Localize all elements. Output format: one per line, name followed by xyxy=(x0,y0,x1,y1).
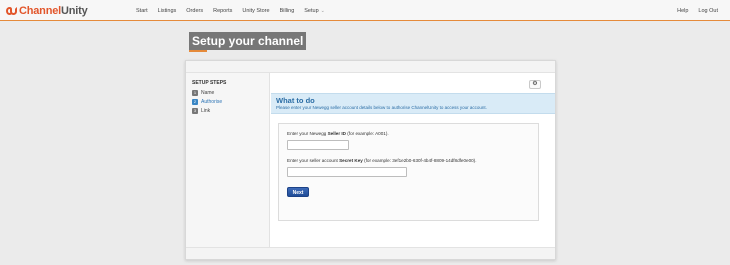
setup-card: SETUP STEPS 1 Name 2 Authorise 3 Link ⚙ … xyxy=(185,60,556,260)
top-nav-bar: ChannelUnity Start Listings Orders Repor… xyxy=(0,0,730,21)
seller-id-label-bold: Seller ID xyxy=(327,131,346,136)
seller-id-input[interactable] xyxy=(287,140,349,150)
nav-unity-store[interactable]: Unity Store xyxy=(242,8,269,14)
what-to-do-title: What to do xyxy=(276,96,315,105)
nav-help[interactable]: Help xyxy=(677,8,688,14)
account-nav: Help Log Out xyxy=(667,0,718,21)
logo-text-unity: Unity xyxy=(61,4,88,17)
gear-icon: ⚙ xyxy=(532,81,538,87)
card-bottom-strip xyxy=(186,247,555,259)
secret-key-input[interactable] xyxy=(287,167,407,177)
what-to-do-text: Please enter your Newegg seller account … xyxy=(276,105,487,110)
logo-mark-icon xyxy=(6,6,17,16)
step-label: Authorise xyxy=(201,99,223,105)
page-title: Setup your channel xyxy=(189,32,307,50)
nav-reports[interactable]: Reports xyxy=(213,8,232,14)
setup-steps-sidebar: SETUP STEPS 1 Name 2 Authorise 3 Link xyxy=(186,73,270,247)
logo-text-channel: Channel xyxy=(19,4,61,17)
channelunity-logo[interactable]: ChannelUnity xyxy=(6,4,88,17)
nav-billing[interactable]: Billing xyxy=(280,8,295,14)
nav-listings[interactable]: Listings xyxy=(158,8,177,14)
secret-key-label: Enter your seller account Secret Key (fo… xyxy=(287,158,477,163)
card-top-strip xyxy=(186,61,555,73)
next-button[interactable]: Next xyxy=(287,187,309,197)
authorise-form: Enter your Newegg Seller ID (for example… xyxy=(278,123,539,221)
nav-log-out[interactable]: Log Out xyxy=(698,8,718,14)
settings-button[interactable]: ⚙ xyxy=(529,80,541,89)
secret-key-label-suffix: (for example: 3ef1e2b0-630f-4b4f-8809-14… xyxy=(362,158,477,163)
main-nav: Start Listings Orders Reports Unity Stor… xyxy=(136,0,335,21)
nav-setup[interactable]: Setup ⌄ xyxy=(304,8,325,14)
step-label: Link xyxy=(201,108,211,114)
nav-orders[interactable]: Orders xyxy=(186,8,203,14)
step-number: 1 xyxy=(192,90,198,96)
step-link[interactable]: 3 Link xyxy=(192,108,210,114)
seller-id-label: Enter your Newegg Seller ID (for example… xyxy=(287,131,389,136)
nav-start[interactable]: Start xyxy=(136,8,148,14)
nav-setup-label: Setup xyxy=(304,7,319,14)
chevron-down-icon: ⌄ xyxy=(320,7,325,14)
step-number: 3 xyxy=(192,108,198,114)
seller-id-label-prefix: Enter your Newegg xyxy=(287,131,328,136)
what-to-do-panel: What to do Please enter your Newegg sell… xyxy=(271,93,555,114)
step-authorise[interactable]: 2 Authorise xyxy=(192,99,222,105)
title-underline xyxy=(189,50,207,52)
step-name[interactable]: 1 Name xyxy=(192,90,214,96)
step-number: 2 xyxy=(192,99,198,105)
secret-key-label-bold: Secret Key xyxy=(339,158,363,163)
seller-id-label-suffix: (for example: A001). xyxy=(346,131,389,136)
setup-steps-heading: SETUP STEPS xyxy=(192,80,227,86)
secret-key-label-prefix: Enter your seller account xyxy=(287,158,340,163)
logo-text: ChannelUnity xyxy=(19,5,88,17)
step-label: Name xyxy=(201,90,215,96)
